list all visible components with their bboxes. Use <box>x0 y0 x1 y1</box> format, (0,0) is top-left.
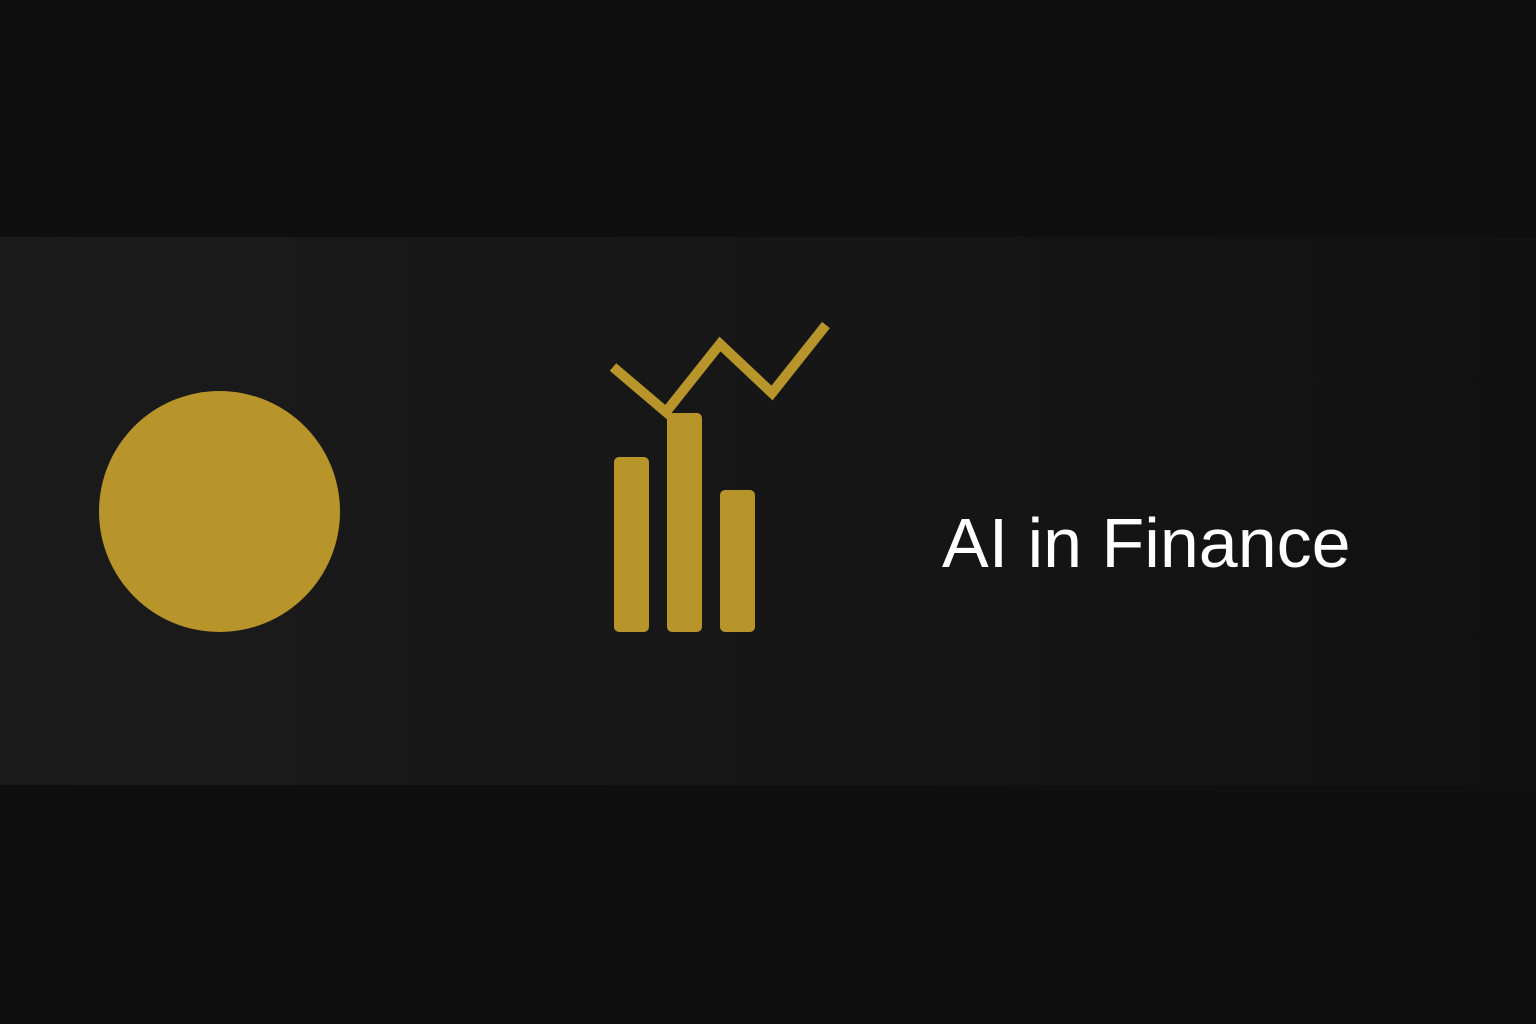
gold-coin-icon <box>99 391 340 632</box>
hero-title: AI in Finance <box>942 504 1351 582</box>
chart-trend-line <box>609 321 830 420</box>
chart-bar-2 <box>667 413 702 632</box>
page: AI in Finance <box>0 0 1536 1024</box>
bar-chart-trend-icon <box>609 321 830 632</box>
chart-bar-3 <box>720 490 755 632</box>
chart-bar-1 <box>614 457 649 632</box>
